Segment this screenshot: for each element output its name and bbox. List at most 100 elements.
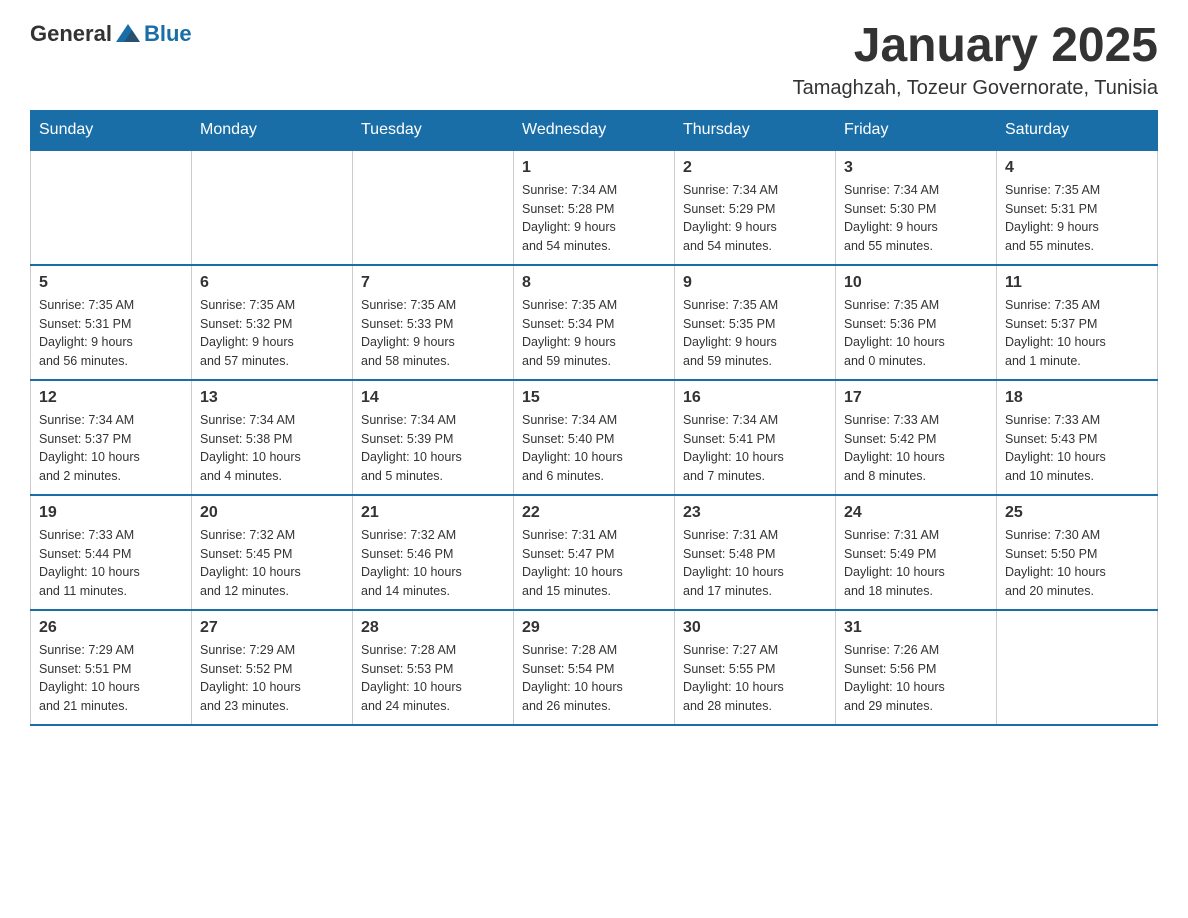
day-info: Sunrise: 7:28 AMSunset: 5:53 PMDaylight:… — [361, 641, 505, 716]
day-number: 8 — [522, 274, 666, 292]
month-title: January 2025 — [793, 20, 1158, 73]
calendar-cell — [353, 150, 514, 265]
weekday-header-tuesday: Tuesday — [353, 110, 514, 150]
day-info: Sunrise: 7:35 AMSunset: 5:33 PMDaylight:… — [361, 296, 505, 371]
day-info: Sunrise: 7:28 AMSunset: 5:54 PMDaylight:… — [522, 641, 666, 716]
day-info: Sunrise: 7:34 AMSunset: 5:37 PMDaylight:… — [39, 411, 183, 486]
calendar-cell: 3 Sunrise: 7:34 AMSunset: 5:30 PMDaylight… — [836, 150, 997, 265]
day-info: Sunrise: 7:34 AMSunset: 5:38 PMDaylight:… — [200, 411, 344, 486]
day-number: 7 — [361, 274, 505, 292]
week-row-2: 5 Sunrise: 7:35 AMSunset: 5:31 PMDaylight… — [31, 265, 1158, 380]
day-info: Sunrise: 7:35 AMSunset: 5:31 PMDaylight:… — [39, 296, 183, 371]
location-title: Tamaghzah, Tozeur Governorate, Tunisia — [793, 77, 1158, 100]
calendar-cell: 5 Sunrise: 7:35 AMSunset: 5:31 PMDaylight… — [31, 265, 192, 380]
day-info: Sunrise: 7:26 AMSunset: 5:56 PMDaylight:… — [844, 641, 988, 716]
weekday-header-wednesday: Wednesday — [514, 110, 675, 150]
calendar-cell: 9 Sunrise: 7:35 AMSunset: 5:35 PMDaylight… — [675, 265, 836, 380]
calendar-cell: 1 Sunrise: 7:34 AMSunset: 5:28 PMDaylight… — [514, 150, 675, 265]
weekday-header-sunday: Sunday — [31, 110, 192, 150]
calendar-cell: 21Sunrise: 7:32 AMSunset: 5:46 PMDayligh… — [353, 495, 514, 610]
day-info: Sunrise: 7:35 AMSunset: 5:35 PMDaylight:… — [683, 296, 827, 371]
day-number: 20 — [200, 504, 344, 522]
day-info: Sunrise: 7:35 AMSunset: 5:36 PMDaylight:… — [844, 296, 988, 371]
day-info: Sunrise: 7:27 AMSunset: 5:55 PMDaylight:… — [683, 641, 827, 716]
day-number: 10 — [844, 274, 988, 292]
day-number: 11 — [1005, 274, 1149, 292]
calendar-cell: 23 Sunrise: 7:31 AMSunset: 5:48 PMDayligh… — [675, 495, 836, 610]
calendar-cell: 2 Sunrise: 7:34 AMSunset: 5:29 PMDaylight… — [675, 150, 836, 265]
day-number: 25 — [1005, 504, 1149, 522]
calendar-cell — [192, 150, 353, 265]
day-number: 30 — [683, 619, 827, 637]
calendar-cell: 20 Sunrise: 7:32 AMSunset: 5:45 PMDayligh… — [192, 495, 353, 610]
day-number: 6 — [200, 274, 344, 292]
day-info: Sunrise: 7:34 AMSunset: 5:30 PMDaylight:… — [844, 181, 988, 256]
calendar-cell: 11 Sunrise: 7:35 AMSunset: 5:37 PMDayligh… — [997, 265, 1158, 380]
day-number: 23 — [683, 504, 827, 522]
calendar-cell: 14Sunrise: 7:34 AMSunset: 5:39 PMDayligh… — [353, 380, 514, 495]
day-info: Sunrise: 7:33 AMSunset: 5:44 PMDaylight:… — [39, 526, 183, 601]
day-number: 31 — [844, 619, 988, 637]
day-number: 1 — [522, 159, 666, 177]
day-number: 28 — [361, 619, 505, 637]
day-number: 24 — [844, 504, 988, 522]
day-number: 13 — [200, 389, 344, 407]
calendar-cell: 27Sunrise: 7:29 AMSunset: 5:52 PMDayligh… — [192, 610, 353, 725]
day-info: Sunrise: 7:34 AMSunset: 5:28 PMDaylight:… — [522, 181, 666, 256]
calendar-cell: 30 Sunrise: 7:27 AMSunset: 5:55 PMDayligh… — [675, 610, 836, 725]
calendar-cell: 26 Sunrise: 7:29 AMSunset: 5:51 PMDayligh… — [31, 610, 192, 725]
day-info: Sunrise: 7:30 AMSunset: 5:50 PMDaylight:… — [1005, 526, 1149, 601]
calendar-table: SundayMondayTuesdayWednesdayThursdayFrid… — [30, 110, 1158, 726]
calendar-cell: 15 Sunrise: 7:34 AMSunset: 5:40 PMDayligh… — [514, 380, 675, 495]
day-info: Sunrise: 7:29 AMSunset: 5:52 PMDaylight:… — [200, 641, 344, 716]
day-info: Sunrise: 7:33 AMSunset: 5:42 PMDaylight:… — [844, 411, 988, 486]
day-number: 17 — [844, 389, 988, 407]
day-info: Sunrise: 7:34 AMSunset: 5:41 PMDaylight:… — [683, 411, 827, 486]
calendar-cell — [997, 610, 1158, 725]
day-number: 19 — [39, 504, 183, 522]
weekday-header-saturday: Saturday — [997, 110, 1158, 150]
day-number: 26 — [39, 619, 183, 637]
day-number: 5 — [39, 274, 183, 292]
weekday-header-friday: Friday — [836, 110, 997, 150]
day-info: Sunrise: 7:35 AMSunset: 5:37 PMDaylight:… — [1005, 296, 1149, 371]
day-info: Sunrise: 7:32 AMSunset: 5:45 PMDaylight:… — [200, 526, 344, 601]
day-number: 21 — [361, 504, 505, 522]
calendar-cell: 4 Sunrise: 7:35 AMSunset: 5:31 PMDaylight… — [997, 150, 1158, 265]
day-info: Sunrise: 7:35 AMSunset: 5:31 PMDaylight:… — [1005, 181, 1149, 256]
weekday-header-thursday: Thursday — [675, 110, 836, 150]
calendar-cell: 16 Sunrise: 7:34 AMSunset: 5:41 PMDayligh… — [675, 380, 836, 495]
day-info: Sunrise: 7:31 AMSunset: 5:48 PMDaylight:… — [683, 526, 827, 601]
day-number: 4 — [1005, 159, 1149, 177]
calendar-cell: 7 Sunrise: 7:35 AMSunset: 5:33 PMDaylight… — [353, 265, 514, 380]
logo-general-text: General — [30, 21, 112, 47]
day-number: 22 — [522, 504, 666, 522]
calendar-cell: 19 Sunrise: 7:33 AMSunset: 5:44 PMDayligh… — [31, 495, 192, 610]
day-number: 9 — [683, 274, 827, 292]
day-info: Sunrise: 7:34 AMSunset: 5:29 PMDaylight:… — [683, 181, 827, 256]
day-info: Sunrise: 7:34 AMSunset: 5:40 PMDaylight:… — [522, 411, 666, 486]
calendar-cell: 13 Sunrise: 7:34 AMSunset: 5:38 PMDayligh… — [192, 380, 353, 495]
weekday-header-row: SundayMondayTuesdayWednesdayThursdayFrid… — [31, 110, 1158, 150]
day-info: Sunrise: 7:29 AMSunset: 5:51 PMDaylight:… — [39, 641, 183, 716]
day-number: 2 — [683, 159, 827, 177]
calendar-cell: 28 Sunrise: 7:28 AMSunset: 5:53 PMDayligh… — [353, 610, 514, 725]
calendar-cell: 12 Sunrise: 7:34 AMSunset: 5:37 PMDayligh… — [31, 380, 192, 495]
logo: General Blue — [30, 20, 192, 48]
day-number: 18 — [1005, 389, 1149, 407]
day-number: 15 — [522, 389, 666, 407]
calendar-cell: 24 Sunrise: 7:31 AMSunset: 5:49 PMDayligh… — [836, 495, 997, 610]
calendar-cell: 22Sunrise: 7:31 AMSunset: 5:47 PMDayligh… — [514, 495, 675, 610]
day-info: Sunrise: 7:35 AMSunset: 5:32 PMDaylight:… — [200, 296, 344, 371]
day-number: 16 — [683, 389, 827, 407]
calendar-cell: 31 Sunrise: 7:26 AMSunset: 5:56 PMDayligh… — [836, 610, 997, 725]
day-number: 12 — [39, 389, 183, 407]
day-number: 3 — [844, 159, 988, 177]
day-info: Sunrise: 7:33 AMSunset: 5:43 PMDaylight:… — [1005, 411, 1149, 486]
day-info: Sunrise: 7:31 AMSunset: 5:49 PMDaylight:… — [844, 526, 988, 601]
day-info: Sunrise: 7:34 AMSunset: 5:39 PMDaylight:… — [361, 411, 505, 486]
day-number: 29 — [522, 619, 666, 637]
calendar-cell: 29 Sunrise: 7:28 AMSunset: 5:54 PMDayligh… — [514, 610, 675, 725]
logo-icon — [114, 20, 142, 48]
calendar-cell: 25 Sunrise: 7:30 AMSunset: 5:50 PMDayligh… — [997, 495, 1158, 610]
